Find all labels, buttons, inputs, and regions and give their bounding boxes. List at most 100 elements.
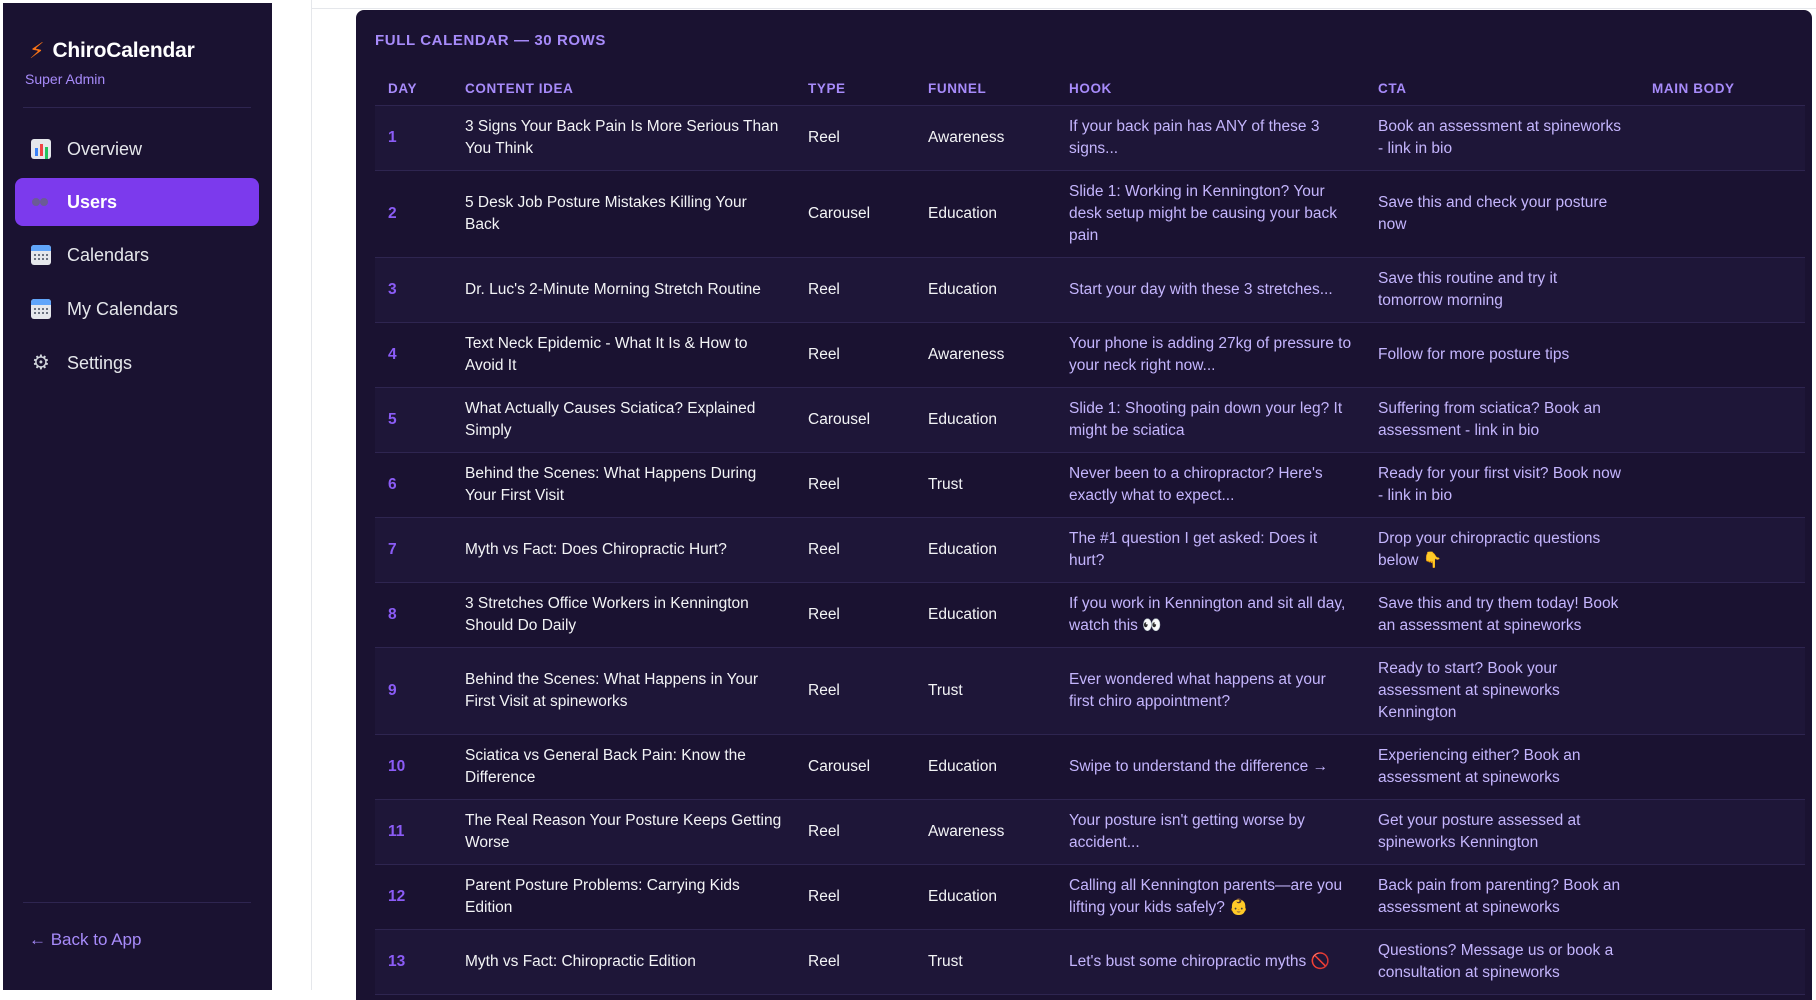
table-row[interactable]: 10 Sciatica vs General Back Pain: Know th… <box>375 734 1805 800</box>
column-header-hook[interactable]: HOOK <box>1056 73 1365 106</box>
table-row[interactable]: 3 Dr. Luc's 2-Minute Morning Stretch Rout… <box>375 257 1805 323</box>
calendar-icon <box>31 299 51 319</box>
cell-hook: Slide 1: Shooting pain down your leg? It… <box>1056 387 1365 453</box>
cell-hook: The #1 question I get asked: Does it hur… <box>1056 517 1365 583</box>
cell-body <box>1639 734 1805 800</box>
cell-body <box>1639 322 1805 388</box>
cell-funnel: Trust <box>915 647 1056 735</box>
table-row[interactable]: 11 The Real Reason Your Posture Keeps Get… <box>375 799 1805 865</box>
cell-body <box>1639 105 1805 171</box>
cell-day: 1 <box>375 105 452 171</box>
cell-idea: 5 Desk Job Posture Mistakes Killing Your… <box>452 170 795 258</box>
cell-hook: If you work in Kennington and sit all da… <box>1056 582 1365 648</box>
content-gutter <box>272 0 312 990</box>
cell-body <box>1639 387 1805 453</box>
calendar-panel: FULL CALENDAR — 30 ROWS DAY CONTENT IDEA… <box>356 10 1812 1000</box>
cell-idea: Dr. Luc's 2-Minute Morning Stretch Routi… <box>452 257 795 323</box>
back-to-app-link[interactable]: ← Back to App <box>29 930 141 950</box>
cell-day: 9 <box>375 647 452 735</box>
sidebar-item-users[interactable]: Users <box>15 178 259 226</box>
cell-day: 3 <box>375 257 452 323</box>
table-row[interactable]: 83 Stretches Office Workers in Kenningto… <box>375 582 1805 648</box>
lightning-bolt-icon: ⚡ <box>29 38 45 63</box>
column-header-content-idea[interactable]: CONTENT IDEA <box>452 73 795 106</box>
cell-body <box>1639 452 1805 518</box>
sidebar-item-my-calendars[interactable]: My Calendars <box>15 285 259 333</box>
column-header-funnel[interactable]: FUNNEL <box>915 73 1056 106</box>
cell-hook: If your back pain has ANY of these 3 sig… <box>1056 105 1365 171</box>
brand[interactable]: ⚡ ChiroCalendar <box>29 39 195 63</box>
cell-hook: Ever wondered what happens at your first… <box>1056 647 1365 735</box>
top-divider <box>272 8 1816 9</box>
table-row[interactable]: 7 Myth vs Fact: Does Chiropractic Hurt? Re… <box>375 517 1805 583</box>
cell-idea: 3 Stretches Office Workers in Kennington… <box>452 582 795 648</box>
calendar-table: DAY CONTENT IDEA TYPE FUNNEL HOOK CTA MA… <box>375 73 1805 995</box>
cell-cta: Save this routine and try it tomorrow mo… <box>1365 257 1639 323</box>
cell-type: Reel <box>795 322 915 388</box>
table-row[interactable]: 5 What Actually Causes Sciatica? Explaine… <box>375 387 1805 453</box>
cell-funnel: Education <box>915 387 1056 453</box>
column-header-day[interactable]: DAY <box>375 73 452 106</box>
cell-hook: Never been to a chiropractor? Here's exa… <box>1056 452 1365 518</box>
cell-type: Reel <box>795 452 915 518</box>
cell-type: Reel <box>795 864 915 930</box>
cell-day: 13 <box>375 929 452 995</box>
sidebar-item-label: Users <box>67 191 118 212</box>
cell-type: Reel <box>795 647 915 735</box>
sidebar-item-label: Overview <box>67 138 143 159</box>
cell-funnel: Awareness <box>915 322 1056 388</box>
table-header-row: DAY CONTENT IDEA TYPE FUNNEL HOOK CTA MA… <box>375 73 1805 106</box>
table-row[interactable]: 13 Signs Your Back Pain Is More Serious … <box>375 105 1805 171</box>
cell-funnel: Education <box>915 517 1056 583</box>
cell-body <box>1639 582 1805 648</box>
cell-funnel: Education <box>915 257 1056 323</box>
table-row[interactable]: 6 Behind the Scenes: What Happens During … <box>375 452 1805 518</box>
sidebar-divider <box>23 902 251 903</box>
cell-body <box>1639 799 1805 865</box>
cell-funnel: Education <box>915 170 1056 258</box>
calendar-icon <box>31 245 51 265</box>
cell-type: Carousel <box>795 170 915 258</box>
panel-title: FULL CALENDAR — 30 ROWS <box>375 32 607 49</box>
cell-day: 6 <box>375 452 452 518</box>
user-role: Super Admin <box>25 71 106 87</box>
cell-funnel: Education <box>915 582 1056 648</box>
cell-type: Reel <box>795 582 915 648</box>
cell-idea: 3 Signs Your Back Pain Is More Serious T… <box>452 105 795 171</box>
cell-cta: Experiencing either? Book an assessment … <box>1365 734 1639 800</box>
cell-type: Carousel <box>795 387 915 453</box>
gear-icon: ⚙ <box>32 352 50 374</box>
cell-idea: Text Neck Epidemic - What It Is & How to… <box>452 322 795 388</box>
column-header-main-body[interactable]: MAIN BODY <box>1639 73 1805 106</box>
cell-body <box>1639 929 1805 995</box>
cell-idea: Behind the Scenes: What Happens During Y… <box>452 452 795 518</box>
table-row[interactable]: 9 Behind the Scenes: What Happens in Your… <box>375 647 1805 735</box>
cell-idea: Behind the Scenes: What Happens in Your … <box>452 647 795 735</box>
cell-hook: Your phone is adding 27kg of pressure to… <box>1056 322 1365 388</box>
table-row[interactable]: 25 Desk Job Posture Mistakes Killing You… <box>375 170 1805 258</box>
cell-type: Reel <box>795 517 915 583</box>
cell-idea: Sciatica vs General Back Pain: Know the … <box>452 734 795 800</box>
cell-funnel: Awareness <box>915 105 1056 171</box>
sidebar-divider <box>23 107 251 108</box>
users-icon <box>31 192 51 212</box>
cell-body <box>1639 257 1805 323</box>
sidebar-item-overview[interactable]: Overview <box>15 125 259 173</box>
cell-type: Carousel <box>795 734 915 800</box>
sidebar-item-label: My Calendars <box>67 298 179 319</box>
column-header-type[interactable]: TYPE <box>795 73 915 106</box>
cell-day: 8 <box>375 582 452 648</box>
table-row[interactable]: 4 Text Neck Epidemic - What It Is & How t… <box>375 322 1805 388</box>
sidebar-item-settings[interactable]: ⚙ Settings <box>15 339 259 387</box>
column-header-cta[interactable]: CTA <box>1365 73 1639 106</box>
cell-body <box>1639 170 1805 258</box>
cell-cta: Drop your chiropractic questions below 👇 <box>1365 517 1639 583</box>
table-row[interactable]: 13 Myth vs Fact: Chiropractic Edition Reel… <box>375 929 1805 995</box>
cell-day: 7 <box>375 517 452 583</box>
sidebar-item-calendars[interactable]: Calendars <box>15 231 259 279</box>
cell-funnel: Trust <box>915 452 1056 518</box>
cell-hook: Let's bust some chiropractic myths 🚫 <box>1056 929 1365 995</box>
cell-cta: Save this and try them today! Book an as… <box>1365 582 1639 648</box>
table-row[interactable]: 12 Parent Posture Problems: Carrying Kids… <box>375 864 1805 930</box>
sidebar: ⚡ ChiroCalendar Super Admin Overview Use… <box>0 0 272 990</box>
